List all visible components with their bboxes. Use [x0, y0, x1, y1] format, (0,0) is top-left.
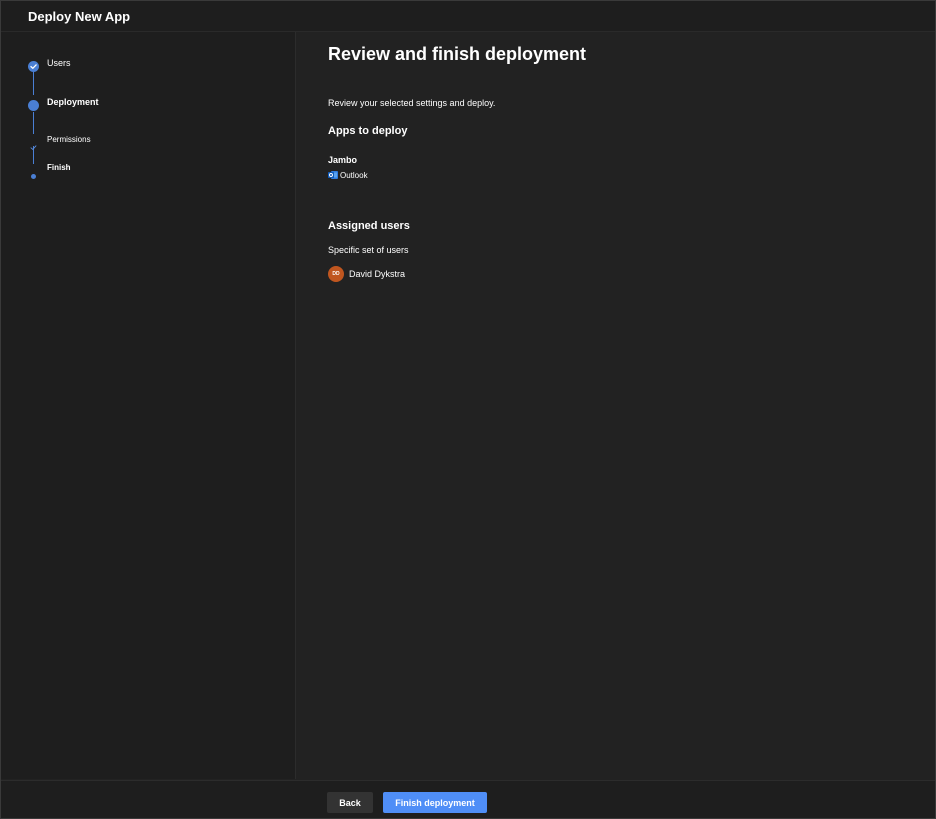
user-name: David Dykstra: [349, 269, 406, 279]
assigned-user: DD David Dykstra: [328, 266, 405, 282]
step-label: Permissions: [47, 135, 91, 144]
step-deployment[interactable]: Deployment: [1, 94, 295, 114]
intro-text: Review your selected settings and deploy…: [328, 98, 496, 108]
current-substep-icon: [31, 166, 36, 179]
footer-bar: Back Finish deployment: [1, 780, 935, 818]
users-description: Specific set of users: [328, 245, 409, 255]
users-section-title: Assigned users: [328, 220, 410, 232]
app-host: Outlook: [328, 169, 368, 181]
finish-deployment-button[interactable]: Finish deployment: [383, 792, 487, 813]
deploy-app-window: Deploy New App Users Deployment Permissi…: [0, 0, 936, 819]
step-label: Finish: [47, 163, 71, 172]
title-bar: Deploy New App: [1, 1, 935, 32]
window-title: Deploy New App: [28, 9, 131, 24]
step-label: Deployment: [47, 97, 99, 107]
app-name: Jambo: [328, 155, 358, 165]
small-check-icon: [30, 138, 37, 150]
step-users[interactable]: Users: [1, 55, 295, 75]
step-permissions[interactable]: Permissions: [1, 132, 295, 152]
step-sidebar: Users Deployment Permissions Finish: [1, 32, 296, 779]
step-finish[interactable]: Finish: [1, 160, 295, 180]
page-title: Review and finish deployment: [328, 44, 587, 64]
avatar: DD: [328, 266, 344, 282]
back-button[interactable]: Back: [327, 792, 373, 813]
apps-section-title: Apps to deploy: [328, 125, 408, 137]
step-connector: [33, 72, 34, 95]
app-host-label: Outlook: [340, 170, 368, 180]
outlook-icon: [328, 170, 338, 180]
step-label: Users: [47, 58, 71, 68]
step-connector: [33, 112, 34, 134]
review-panel: Review and finish deployment Review your…: [296, 32, 935, 779]
check-circle-icon: [28, 59, 39, 72]
current-step-icon: [28, 98, 39, 111]
